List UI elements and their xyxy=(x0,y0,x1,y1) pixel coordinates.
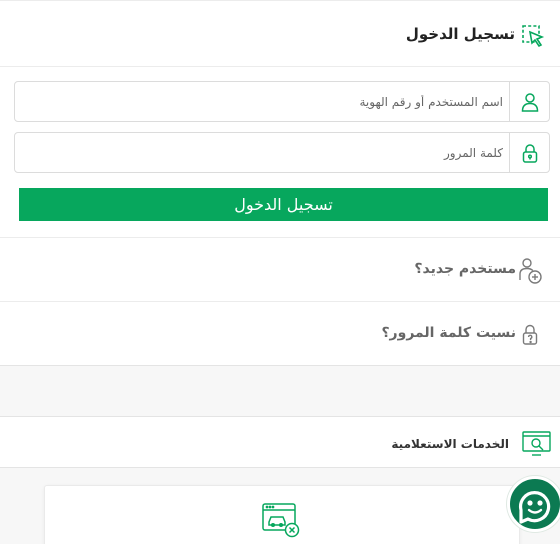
new-user-label: مستخدم جديد؟ xyxy=(414,261,516,277)
inquiry-services-title: الخدمات الاستعلامية xyxy=(391,437,509,451)
lock-question-icon xyxy=(515,320,545,350)
login-title: تسجيل الدخول xyxy=(405,25,515,43)
password-input[interactable] xyxy=(15,133,509,172)
forgot-password-link[interactable]: نسيت كلمة المرور؟ xyxy=(0,301,560,365)
add-user-icon xyxy=(515,256,545,286)
user-icon xyxy=(509,82,549,121)
username-input[interactable] xyxy=(15,82,509,121)
vehicle-screen-cancel-icon xyxy=(262,503,300,539)
password-field xyxy=(14,132,550,173)
inquiry-services-header[interactable]: الخدمات الاستعلامية xyxy=(0,416,560,468)
login-panel: تسجيل الدخول تسجيل الدخول xyxy=(0,0,560,366)
forgot-password-label: نسيت كلمة المرور؟ xyxy=(381,325,516,341)
chat-bot-button[interactable] xyxy=(507,476,560,532)
login-button[interactable]: تسجيل الدخول xyxy=(19,188,548,221)
login-header: تسجيل الدخول xyxy=(0,1,560,67)
username-field xyxy=(14,81,550,122)
service-card[interactable] xyxy=(44,485,520,544)
lock-icon xyxy=(509,133,549,172)
cursor-click-icon xyxy=(521,24,545,48)
new-user-link[interactable]: مستخدم جديد؟ xyxy=(0,237,560,301)
chat-bot-icon xyxy=(519,491,551,524)
screen-search-icon xyxy=(522,431,552,457)
